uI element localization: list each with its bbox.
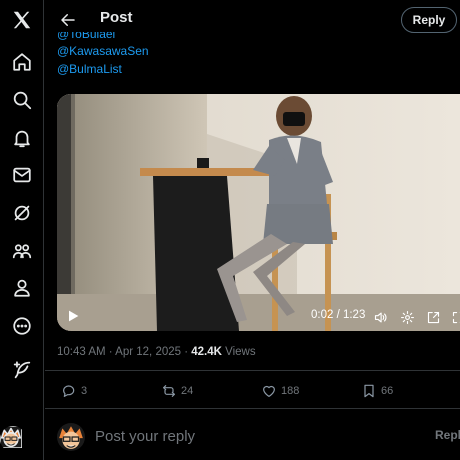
x-logo-icon[interactable] <box>0 5 44 35</box>
fullscreen-icon[interactable] <box>449 308 460 326</box>
views-label: Views <box>221 346 256 358</box>
account-avatar[interactable] <box>0 426 26 452</box>
bookmark-action[interactable]: 66 <box>361 380 393 402</box>
like-action[interactable]: 188 <box>261 380 299 402</box>
left-nav-rail <box>0 0 44 460</box>
heart-icon <box>263 385 275 397</box>
post-icon[interactable] <box>0 355 44 385</box>
like-count: 188 <box>281 385 300 397</box>
reply-action[interactable]: 3 <box>61 380 87 402</box>
video-player[interactable]: 0:02 / 1:23 <box>57 94 460 331</box>
divider <box>45 370 460 371</box>
communities-icon[interactable] <box>0 236 44 266</box>
more-icon[interactable] <box>0 311 44 341</box>
post-timestamp[interactable]: 10:43 AM · Apr 12, 2025 · <box>57 346 191 358</box>
repost-icon <box>163 385 175 397</box>
reply-button[interactable]: Reply <box>401 7 457 33</box>
grok-icon[interactable] <box>0 198 44 228</box>
video-controls: 0:02 / 1:23 <box>57 304 460 331</box>
profile-icon[interactable] <box>0 273 44 303</box>
reply-composer: Post your reply Reply <box>45 420 460 454</box>
volume-icon[interactable] <box>371 308 389 326</box>
repost-action[interactable]: 24 <box>161 380 193 402</box>
messages-icon[interactable] <box>0 160 44 190</box>
main-column: Post Reply @ToBulaei @KawasawaSen @Bulma… <box>45 0 460 460</box>
repost-count: 24 <box>181 385 194 397</box>
reply-input[interactable]: Post your reply <box>95 428 195 445</box>
compose-reply-button[interactable]: Reply <box>435 428 460 442</box>
bookmark-count: 66 <box>381 385 394 397</box>
page-title: Post <box>100 9 133 26</box>
mention-link[interactable]: @ToBulaei <box>57 32 149 42</box>
divider <box>45 408 460 409</box>
mention-list: @ToBulaei @KawasawaSen @BulmaList <box>57 32 149 78</box>
bookmark-icon <box>364 384 374 398</box>
back-arrow-icon[interactable] <box>57 9 79 31</box>
mention-link[interactable]: @BulmaList <box>57 60 149 78</box>
post-meta: 10:43 AM · Apr 12, 2025 · 42.4K Views <box>57 346 256 358</box>
settings-icon[interactable] <box>398 308 416 326</box>
home-icon[interactable] <box>0 47 44 77</box>
video-frame <box>57 94 460 331</box>
play-icon[interactable] <box>65 308 83 326</box>
notifications-icon[interactable] <box>0 123 44 153</box>
reply-count: 3 <box>81 385 88 397</box>
search-icon[interactable] <box>0 85 44 115</box>
views-count: 42.4K <box>191 346 222 358</box>
action-bar: 3 24 188 66 <box>45 380 460 402</box>
composer-avatar <box>57 423 85 451</box>
video-time: 0:02 / 1:23 <box>311 309 366 321</box>
picture-in-picture-icon[interactable] <box>424 308 442 326</box>
reply-icon <box>63 385 75 397</box>
mention-link[interactable]: @KawasawaSen <box>57 42 149 60</box>
